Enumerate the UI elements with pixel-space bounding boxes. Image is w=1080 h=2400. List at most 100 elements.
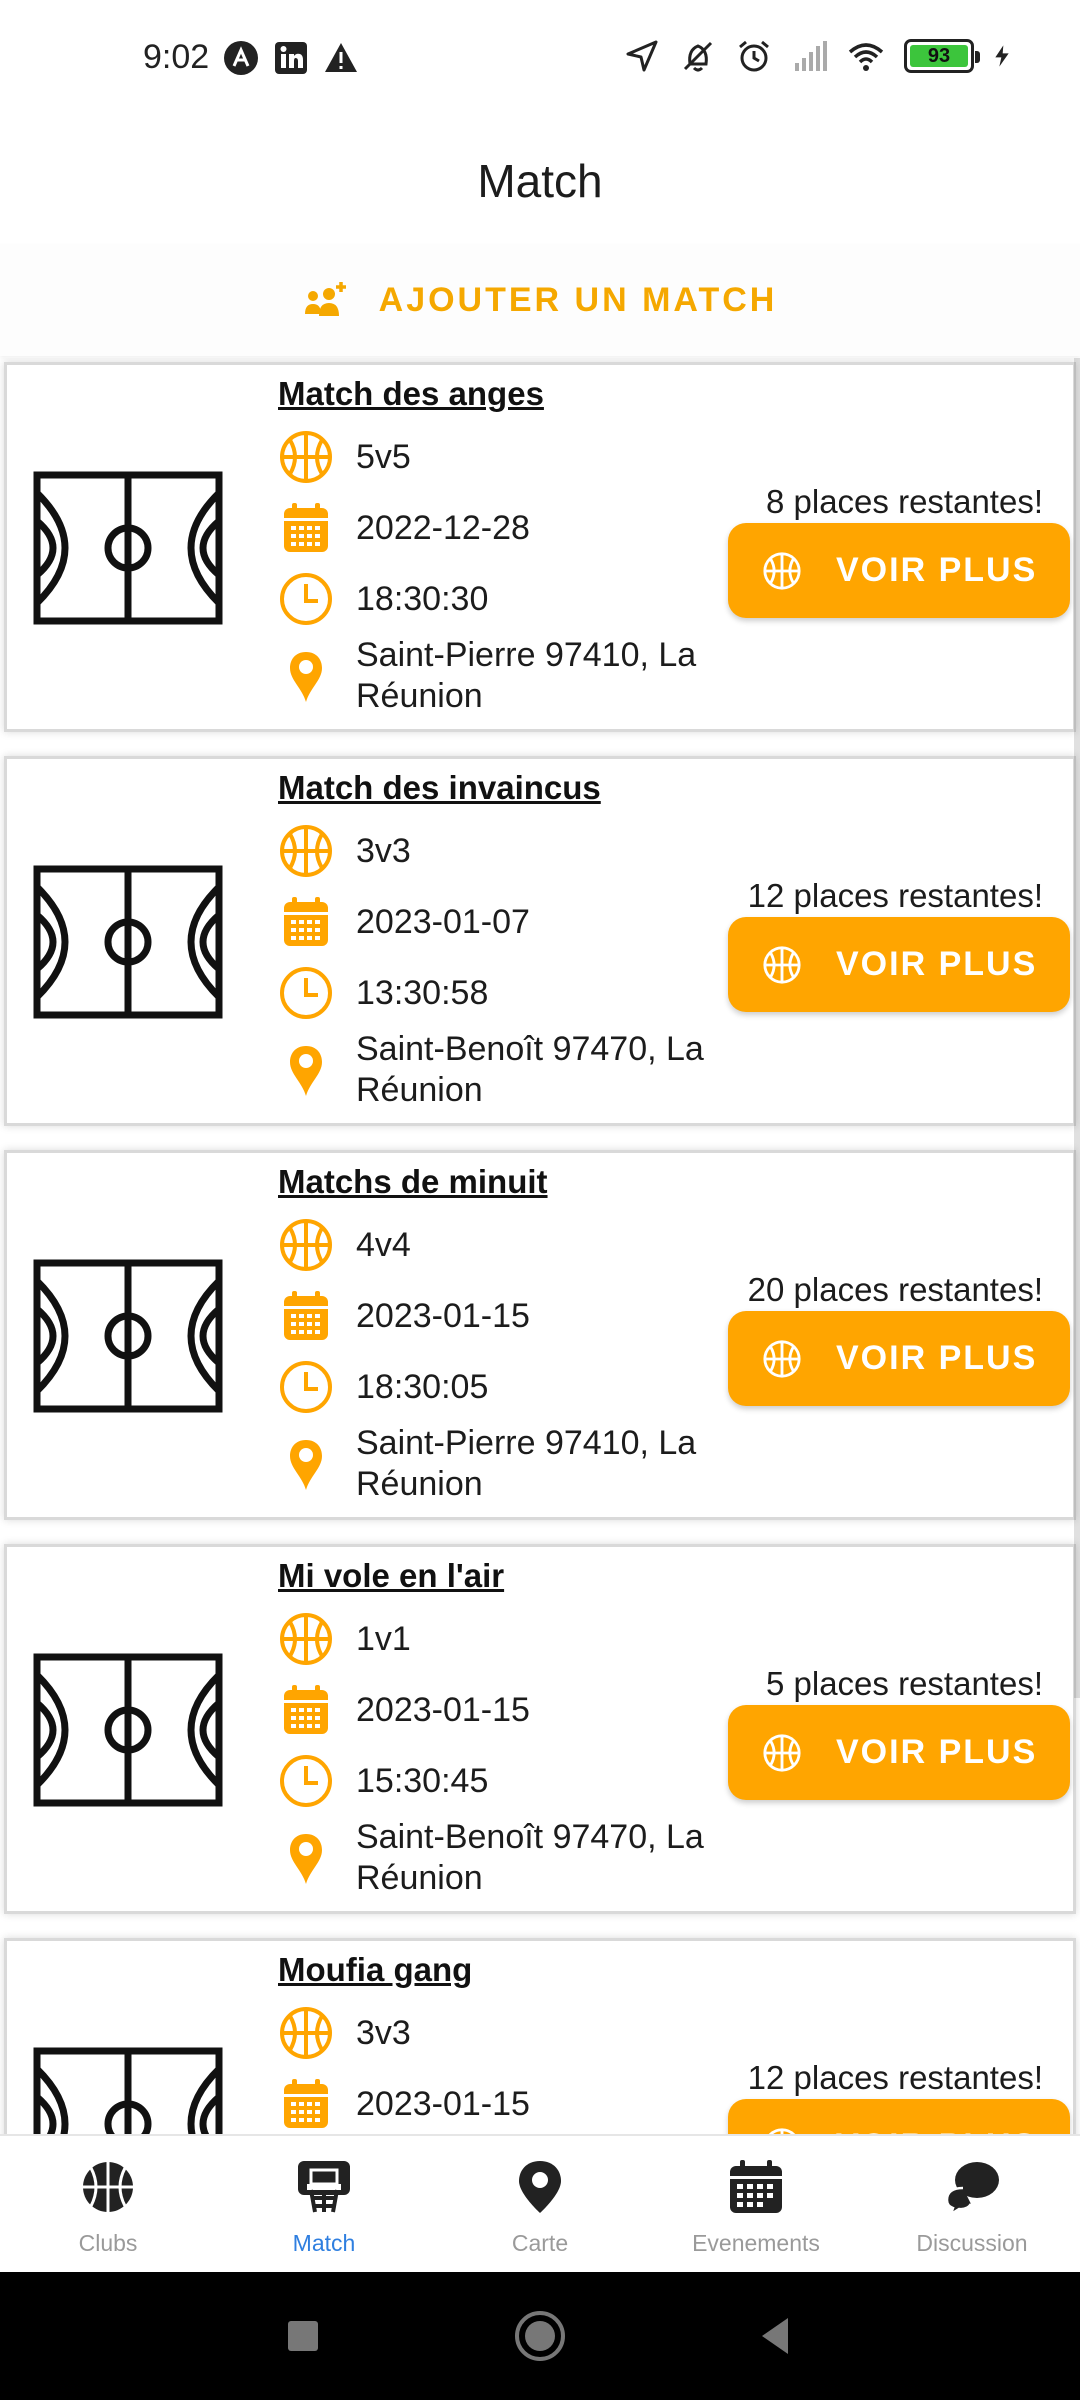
add-match-label: AJOUTER UN MATCH <box>378 280 778 319</box>
add-team-icon <box>304 282 346 316</box>
basketball-icon <box>763 1339 801 1378</box>
location-pin-icon <box>290 1834 322 1884</box>
voir-plus-button[interactable]: VOIR PLUS <box>728 1705 1070 1800</box>
match-date: 2023-01-07 <box>356 902 530 941</box>
nav-label-carte: Carte <box>511 2230 569 2256</box>
wifi-icon <box>848 43 884 71</box>
voir-plus-label: VOIR PLUS <box>836 945 1038 983</box>
calendar-icon <box>284 503 328 552</box>
match-card[interactable]: Match des anges 5v5 2022-12-28 18:30:30 Sain… <box>4 362 1076 732</box>
vibrate-off-icon <box>683 41 713 72</box>
places-remaining: 12 places restantes! <box>747 877 1043 914</box>
match-time-row: 13:30:58 <box>278 965 488 1021</box>
nav-item-carte[interactable]: Carte <box>432 2136 648 2272</box>
nav-item-match[interactable]: Match <box>216 2136 432 2272</box>
match-date-row: 2023-01-15 <box>278 1682 530 1738</box>
signal-icon <box>795 41 827 71</box>
voir-plus-button[interactable]: VOIR PLUS <box>728 917 1070 1012</box>
match-title: Match des invaincus <box>278 769 601 806</box>
home-button[interactable] <box>512 2308 568 2364</box>
match-list[interactable]: Match des anges 5v5 2022-12-28 18:30:30 Sain… <box>0 358 1080 2134</box>
match-format-row: 5v5 <box>278 429 411 485</box>
hoop-icon <box>298 2161 350 2213</box>
voir-plus-button[interactable]: VOIR PLUS <box>728 1311 1070 1406</box>
match-date: 2023-01-15 <box>356 1296 530 1335</box>
nav-item-clubs[interactable]: Clubs <box>0 2136 216 2272</box>
app-header: Match <box>0 122 1080 240</box>
nav-label-clubs: Clubs <box>78 2230 138 2256</box>
places-remaining: 5 places restantes! <box>766 1665 1043 1702</box>
add-match-button[interactable]: AJOUTER UN MATCH <box>0 244 1080 356</box>
match-format: 1v1 <box>356 1619 411 1658</box>
court-icon <box>33 2047 223 2134</box>
clock-icon <box>280 573 332 625</box>
match-date: 2023-01-15 <box>356 1690 530 1729</box>
match-title: Matchs de minuit <box>278 1163 548 1200</box>
court-icon <box>33 865 223 1019</box>
status-left: 9:02 <box>143 38 359 77</box>
match-time-row: 15:30:45 <box>278 1753 488 1809</box>
voir-plus-label: VOIR PLUS <box>836 1733 1038 1771</box>
match-date-row: 2023-01-15 <box>278 1288 530 1344</box>
match-date: 2022-12-28 <box>356 508 530 547</box>
basketball-icon <box>280 2007 332 2059</box>
battery-percent: 93 <box>927 44 951 67</box>
match-title: Match des anges <box>278 375 544 412</box>
match-format-row: 3v3 <box>278 823 411 879</box>
match-card[interactable]: Mi vole en l'air 1v1 2023-01-15 15:30:45 Sai… <box>4 1544 1076 1914</box>
match-date: 2023-01-15 <box>356 2084 530 2123</box>
basketball-icon <box>763 1733 801 1772</box>
nav-label-match: Match <box>292 2230 356 2256</box>
match-card[interactable]: Moufia gang 3v3 2023-01-15 12 places restan… <box>4 1938 1076 2134</box>
basketball-icon <box>768 2127 796 2134</box>
basketball-icon <box>763 945 801 984</box>
court-icon <box>33 1259 223 1413</box>
voir-plus-label: VOIR PLUS <box>836 2127 1037 2134</box>
status-right: 93 <box>624 38 1018 74</box>
court-icon <box>33 1653 223 1807</box>
match-card[interactable]: Matchs de minuit 4v4 2023-01-15 18:30:05 Sai… <box>4 1150 1076 1520</box>
battery-icon: 93 <box>904 39 980 73</box>
status-bar: 9:02 93 <box>0 0 1080 122</box>
match-time: 13:30:58 <box>356 973 489 1012</box>
alarm-icon <box>739 40 769 72</box>
match-title: Moufia gang <box>278 1951 473 1988</box>
scrollbar[interactable] <box>1074 358 1080 1698</box>
match-format-row: 4v4 <box>278 1217 411 1273</box>
match-location-row: Saint-Pierre 97410, La Réunion <box>278 635 736 717</box>
location-pin-icon <box>290 1046 322 1096</box>
match-location: Saint-Benoît 97470, La Réunion <box>356 1030 704 1109</box>
match-format: 5v5 <box>356 437 411 476</box>
match-date-row: 2022-12-28 <box>278 500 530 556</box>
back-button[interactable] <box>748 2308 804 2364</box>
nav-item-discussion[interactable]: Discussion <box>864 2136 1080 2272</box>
nav-item-evenements[interactable]: Evenements <box>648 2136 864 2272</box>
linkedin-icon <box>275 41 308 74</box>
basketball-icon <box>280 431 332 483</box>
match-time: 15:30:45 <box>356 1761 489 1800</box>
nav-label-evenements: Evenements <box>692 2230 820 2256</box>
charging-icon <box>995 45 1009 67</box>
voir-plus-button[interactable]: VOIR PLUS <box>728 523 1070 618</box>
recents-button[interactable] <box>275 2308 331 2364</box>
match-format-row: 1v1 <box>278 1611 411 1667</box>
clock-icon <box>280 1755 332 1807</box>
calendar-icon <box>284 1685 328 1734</box>
page-title: Match <box>477 155 603 207</box>
basketball-icon <box>280 1219 332 1271</box>
clock-icon <box>280 967 332 1019</box>
match-time: 18:30:30 <box>356 579 489 618</box>
match-format: 3v3 <box>356 2013 411 2052</box>
match-format: 4v4 <box>356 1225 411 1264</box>
match-time: 18:30:05 <box>356 1367 489 1406</box>
voir-plus-button[interactable]: VOIR PLUS <box>728 2099 1070 2134</box>
voir-plus-label: VOIR PLUS <box>836 551 1038 589</box>
match-format-row: 3v3 <box>278 2005 411 2061</box>
map-pin-icon <box>519 2161 561 2213</box>
match-card[interactable]: Match des invaincus 3v3 2023-01-07 13:30:58… <box>4 756 1076 1126</box>
match-location-row: Saint-Pierre 97410, La Réunion <box>278 1423 736 1505</box>
basketball-icon <box>83 2162 133 2212</box>
status-time: 9:02 <box>143 38 210 76</box>
match-title: Mi vole en l'air <box>278 1557 505 1594</box>
basketball-icon <box>763 551 801 590</box>
